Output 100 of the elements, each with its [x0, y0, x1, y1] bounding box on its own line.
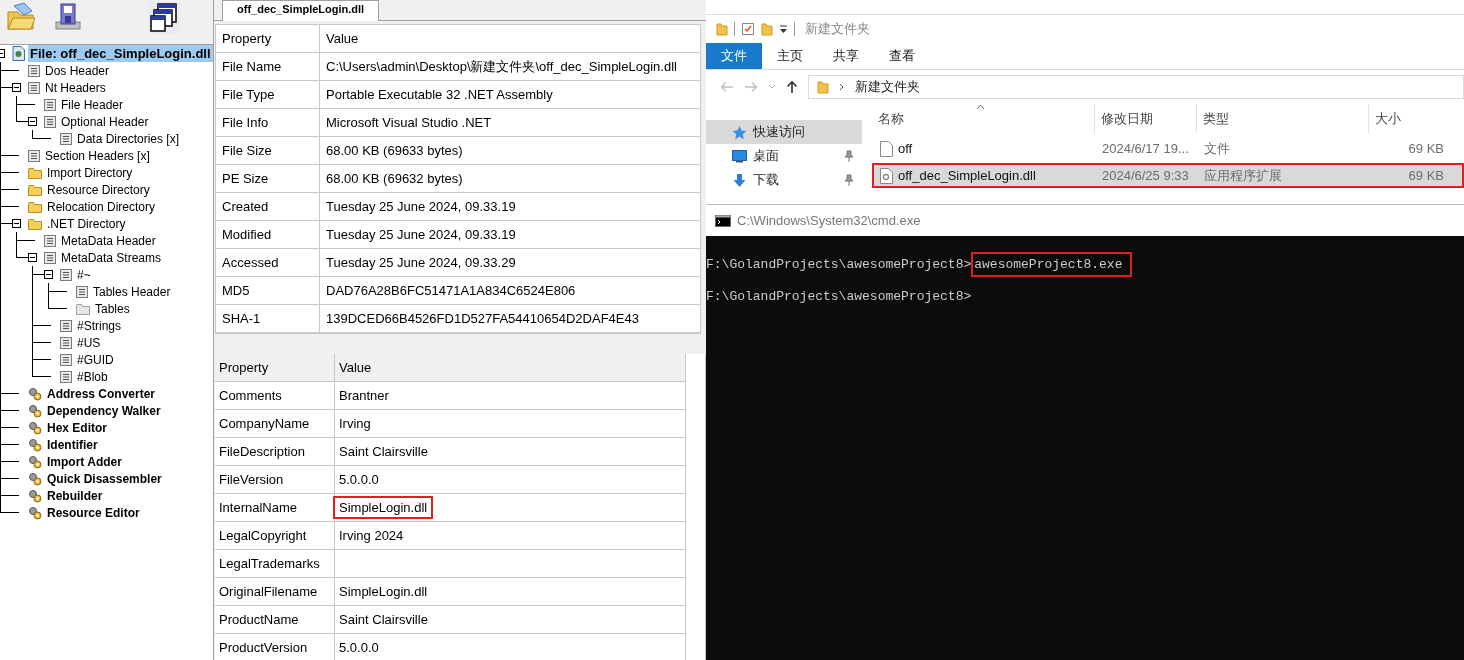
collapse-toggle[interactable] — [11, 219, 21, 228]
collapse-toggle[interactable] — [43, 270, 53, 279]
folder-icon — [28, 183, 42, 196]
tree-item[interactable]: Data Directories [x] — [75, 130, 182, 147]
table-cell: ProductVersion — [215, 634, 335, 660]
folder-icon — [28, 200, 42, 213]
address-bar[interactable]: 新建文件夹 — [808, 75, 1464, 99]
tree-item[interactable]: #GUID — [75, 351, 116, 368]
tree-item[interactable]: Dos Header — [43, 62, 112, 79]
table-cell: OriginalFilename — [215, 578, 335, 606]
gears-icon — [28, 454, 42, 469]
chevron-right-icon — [839, 83, 845, 91]
ribbon-tab[interactable]: 主页 — [762, 43, 818, 69]
tree-item[interactable]: Import Adder — [45, 453, 124, 470]
pin-icon[interactable] — [844, 150, 854, 162]
tree-item[interactable]: Tables — [93, 300, 132, 317]
ribbon-tab[interactable]: 共享 — [818, 43, 874, 69]
tree-item[interactable]: Rebuilder — [45, 487, 105, 504]
gear-document-icon — [880, 167, 893, 184]
tree-item[interactable]: .NET Directory — [45, 215, 128, 232]
file-row[interactable]: off_dec_SimpleLogin.dll 2024/6/25 9:33 应用程序扩展 69 KB — [872, 163, 1464, 188]
file-tab[interactable]: off_dec_SimpleLogin.dll — [222, 0, 380, 21]
tree-item[interactable]: Hex Editor — [45, 419, 109, 436]
tree-item[interactable]: MetaData Header — [59, 232, 158, 249]
tree-item[interactable]: Section Headers [x] — [43, 147, 152, 164]
page-icon — [60, 319, 72, 332]
gears-icon — [28, 488, 42, 503]
column-header[interactable]: Value — [335, 354, 686, 382]
page-icon — [44, 234, 56, 247]
table-cell: Brantner — [335, 382, 686, 410]
table-cell: File Size — [216, 137, 320, 165]
checklist-icon[interactable] — [741, 22, 755, 36]
up-arrow-icon[interactable] — [786, 80, 798, 94]
tree-item[interactable]: #~ — [75, 266, 93, 283]
tree-item[interactable]: File: off_dec_SimpleLogin.dll — [28, 45, 213, 62]
table-cell: ProductName — [215, 606, 335, 634]
tree-item[interactable]: Dependency Walker — [45, 402, 163, 419]
column-header[interactable]: 名称 — [872, 104, 1094, 134]
pin-icon[interactable] — [844, 174, 854, 186]
tree-item[interactable]: Relocation Directory — [45, 198, 158, 215]
table-cell: Irving — [335, 410, 686, 438]
tree-item[interactable]: Tables Header — [91, 283, 173, 300]
console-icon — [715, 214, 731, 227]
tree-item[interactable]: Resource Directory — [45, 181, 152, 198]
table-cell: SimpleLogin.dll — [335, 578, 686, 606]
tree-item[interactable]: Identifier — [45, 436, 100, 453]
nav-item[interactable]: 下载 — [706, 168, 862, 192]
table-cell: File Info — [216, 109, 320, 137]
column-header[interactable]: 大小 — [1368, 104, 1448, 134]
page-icon — [60, 370, 72, 383]
tree-item[interactable]: Optional Header — [59, 113, 151, 130]
dropdown-icon[interactable] — [779, 24, 788, 34]
ribbon-tab[interactable]: 文件 — [706, 43, 762, 69]
column-header[interactable]: 修改日期 — [1094, 104, 1196, 134]
page-icon — [60, 336, 72, 349]
table-cell: Irving 2024 — [335, 522, 686, 550]
tree-item[interactable]: Resource Editor — [45, 504, 142, 521]
column-header[interactable]: Property — [215, 354, 335, 382]
folder-icon — [28, 217, 42, 230]
folder-icon — [76, 302, 90, 315]
nav-item[interactable]: 桌面 — [706, 144, 862, 168]
tree-item[interactable]: Nt Headers — [43, 79, 108, 96]
file-row[interactable]: off 2024/6/17 19... 文件 69 KB — [872, 136, 1464, 161]
star-icon — [732, 124, 747, 140]
ribbon-tab[interactable]: 查看 — [874, 43, 930, 69]
console-prompt: F:\GolandProjects\awesomeProject8> — [706, 256, 972, 272]
table-cell: CompanyName — [215, 410, 335, 438]
tree-item[interactable]: MetaData Streams — [59, 249, 164, 266]
page-icon — [44, 98, 56, 111]
folder-icon — [28, 166, 42, 179]
column-header[interactable]: 类型 — [1196, 104, 1368, 134]
collapse-toggle[interactable] — [27, 253, 37, 262]
table-cell: Comments — [215, 382, 335, 410]
gears-icon — [28, 403, 42, 418]
tree-item[interactable]: File Header — [59, 96, 126, 113]
folder-icon — [817, 80, 829, 94]
collapse-toggle[interactable] — [27, 117, 37, 126]
tree-item[interactable]: Quick Disassembler — [45, 470, 164, 487]
tree-item[interactable]: #US — [75, 334, 103, 351]
nav-item[interactable]: 快速访问 — [706, 120, 862, 144]
tree-item[interactable]: #Blob — [75, 368, 110, 385]
table-cell: 68.00 KB (69632 bytes) — [320, 165, 701, 193]
tree-item[interactable]: Import Directory — [45, 164, 135, 181]
collapse-toggle[interactable] — [11, 83, 21, 92]
column-header[interactable]: Property — [216, 25, 320, 53]
page-icon — [28, 149, 40, 162]
tree-item[interactable]: #Strings — [75, 317, 124, 334]
windows-icon[interactable] — [148, 2, 180, 34]
column-header[interactable]: Value — [320, 25, 701, 53]
open-folder-icon[interactable] — [6, 2, 36, 32]
tree-item[interactable]: Address Converter — [45, 385, 158, 402]
table-cell: Accessed — [216, 249, 320, 277]
table-cell: Tuesday 25 June 2024, 09.33.19 — [320, 221, 701, 249]
table-cell: Saint Clairsville — [335, 438, 686, 466]
table-cell: Saint Clairsville — [335, 606, 686, 634]
table-cell: Portable Executable 32 .NET Assembly — [320, 81, 701, 109]
floppy-disk-icon[interactable] — [52, 2, 82, 32]
table-cell: 68.00 KB (69633 bytes) — [320, 137, 701, 165]
address-path[interactable]: 新建文件夹 — [855, 78, 920, 96]
page-icon — [28, 64, 40, 77]
